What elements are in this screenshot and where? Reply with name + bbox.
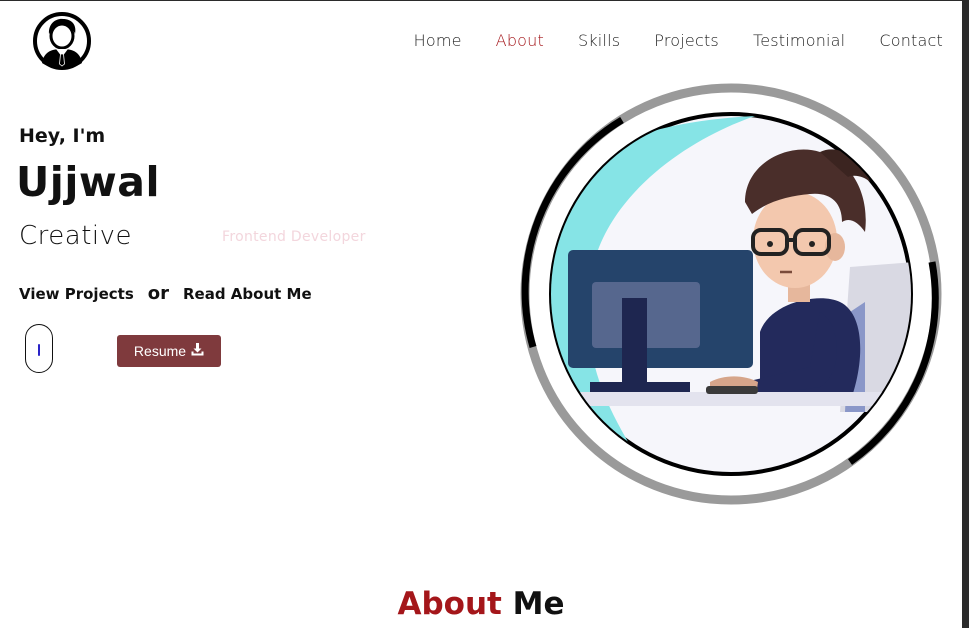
hero-typed-role: Frontend Developer [222, 229, 366, 245]
about-heading-rest: Me [512, 586, 565, 622]
scroll-mouse-icon[interactable] [25, 324, 53, 373]
window-frame-right [962, 0, 969, 628]
nav-home[interactable]: Home [414, 31, 462, 50]
nav-testimonial[interactable]: Testimonial [753, 31, 845, 50]
hero-role-prefix: Creative [19, 221, 133, 251]
hero-links: View Projects or Read About Me [19, 283, 312, 304]
window-frame-top [0, 0, 969, 1]
nav-contact[interactable]: Contact [879, 31, 943, 50]
nav-projects[interactable]: Projects [654, 31, 719, 50]
resume-label: Resume [133, 343, 187, 359]
user-avatar-icon[interactable] [32, 10, 92, 72]
scroll-wheel [37, 344, 40, 356]
about-section-heading: About Me [0, 586, 962, 622]
nav-skills[interactable]: Skills [578, 31, 620, 50]
view-projects-link[interactable]: View Projects [19, 285, 134, 303]
resume-button[interactable]: Resume [117, 335, 221, 367]
developer-at-computer-illustration [520, 82, 944, 508]
main-nav: Home About Skills Projects Testimonial C… [380, 31, 943, 50]
hero-greeting: Hey, I'm [19, 125, 106, 147]
about-heading-accent: About [397, 586, 502, 622]
hero-name: Ujjwal [16, 158, 160, 206]
download-icon [191, 343, 204, 359]
or-separator: or [147, 283, 169, 304]
read-about-link[interactable]: Read About Me [183, 285, 312, 303]
nav-about[interactable]: About [496, 31, 544, 50]
